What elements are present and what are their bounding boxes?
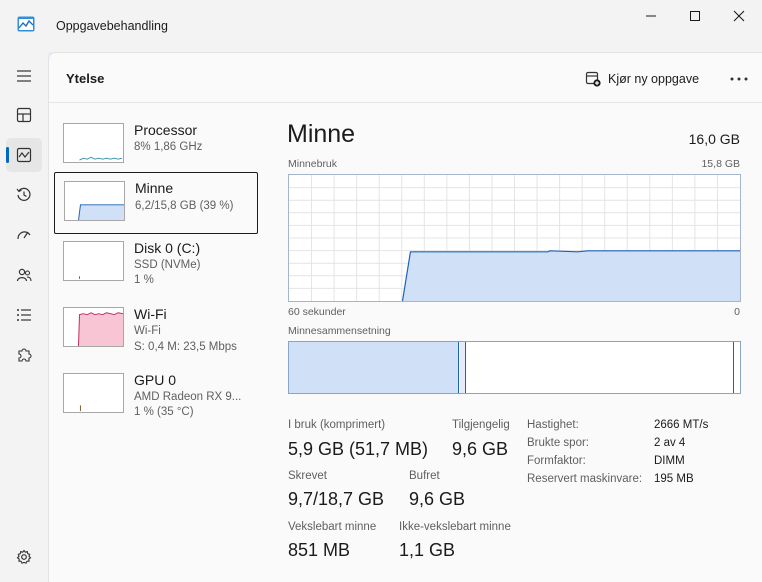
resource-name: Processor (134, 122, 198, 138)
settings-gear-icon (16, 549, 32, 564)
active-indicator (6, 147, 9, 163)
resource-detail-2: 1 % (134, 274, 154, 286)
run-new-task-button[interactable]: Kjør ny oppgave (585, 68, 699, 90)
spec-label: Formfaktor: (527, 455, 586, 467)
hamburger-menu-icon (17, 70, 31, 82)
cached-label: Bufret (409, 470, 440, 482)
page-title: Ytelse (66, 71, 105, 86)
in-use-value: 5,9 GB (51,7 MB) (288, 439, 429, 459)
available-value: 9,6 GB (452, 439, 509, 459)
nav-performance[interactable] (6, 138, 42, 172)
graph-time-right: 0 (734, 306, 740, 318)
minimize-icon (646, 15, 656, 17)
resource-title: Minne (287, 120, 356, 148)
paged-pool-label: Vekslebart minne (288, 521, 377, 533)
nav-users[interactable] (6, 258, 42, 292)
maximize-icon (690, 11, 700, 21)
nav-startup-apps[interactable] (6, 218, 42, 252)
page-header: Ytelse Kjør ny oppgave (49, 53, 762, 103)
close-button[interactable] (716, 0, 762, 32)
nav-details[interactable] (6, 298, 42, 332)
speedometer-icon (17, 231, 31, 240)
memory-usage-graph (288, 174, 741, 302)
more-options-button[interactable] (727, 67, 751, 91)
spec-label: Brukte spor: (527, 437, 589, 449)
modified-segment (460, 342, 466, 393)
resource-name: Disk 0 (C:) (134, 240, 201, 256)
services-puzzle-icon (18, 348, 32, 362)
cpu-thumbnail-graph (63, 123, 124, 163)
nav-services[interactable] (6, 338, 42, 372)
memory-thumbnail-graph (64, 181, 125, 221)
resource-detail: SSD (NVMe) (134, 259, 201, 271)
maximize-button[interactable] (672, 0, 718, 32)
menu-button[interactable] (6, 59, 42, 93)
nav-app-history[interactable] (6, 178, 42, 212)
processes-icon (16, 107, 32, 123)
spec-value: 2 av 4 (654, 437, 686, 449)
task-manager-app-icon (17, 16, 35, 32)
resource-name: GPU 0 (134, 372, 177, 388)
spec-value: 195 MB (654, 473, 694, 485)
resource-item-memory[interactable]: Minne 6,2/15,8 GB (39 %) (54, 172, 258, 234)
total-memory: 16,0 GB (688, 131, 740, 147)
usage-graph-max: 15,8 GB (701, 158, 740, 170)
spec-label: Hastighet: (527, 419, 579, 431)
details-list-icon (17, 309, 31, 321)
resource-item-wifi[interactable]: Wi-Fi Wi-Fi S: 0,4 M: 23,5 Mbps (54, 299, 258, 361)
cached-value: 9,6 GB (409, 489, 466, 509)
disk-thumbnail-graph (63, 241, 124, 281)
run-task-icon (585, 71, 601, 87)
run-new-task-label: Kjør ny oppgave (608, 72, 700, 86)
graph-time-left: 60 sekunder (288, 306, 346, 318)
resource-item-cpu[interactable]: Processor 8% 1,86 GHz (54, 115, 258, 177)
close-icon (733, 10, 745, 22)
in-use-label: I bruk (komprimert) (288, 419, 386, 431)
resource-name: Minne (135, 180, 174, 196)
composition-label: Minnesammensetning (288, 325, 391, 337)
nav-processes[interactable] (6, 98, 42, 132)
nonpaged-pool-value: 1,1 GB (399, 540, 456, 560)
resource-item-disk[interactable]: Disk 0 (C:) SSD (NVMe) 1 % (54, 233, 258, 295)
resource-detail: 8% 1,86 GHz (134, 141, 203, 153)
nav-settings[interactable] (6, 540, 42, 574)
nonpaged-pool-label: Ikke-vekslebart minne (399, 521, 511, 533)
users-icon (16, 268, 32, 282)
performance-icon (16, 147, 32, 163)
ellipsis-icon (730, 77, 748, 81)
resource-detail-2: 1 % (35 °C) (134, 406, 194, 418)
resource-item-gpu[interactable]: GPU 0 AMD Radeon RX 9... 1 % (35 °C) (54, 365, 258, 427)
resource-detail: 6,2/15,8 GB (39 %) (135, 200, 234, 212)
resource-detail-2: S: 0,4 M: 23,5 Mbps (134, 341, 237, 353)
memory-composition-bar (288, 341, 741, 394)
wifi-thumbnail-graph (63, 307, 124, 347)
free-segment-divider (733, 342, 734, 393)
spec-label: Reservert maskinvare: (527, 473, 643, 485)
minimize-button[interactable] (628, 0, 674, 32)
committed-label: Skrevet (288, 470, 327, 482)
spec-value: DIMM (654, 455, 685, 467)
spec-value: 2666 MT/s (654, 419, 709, 431)
usage-graph-label: Minnebruk (288, 158, 338, 170)
title-bar: Oppgavebehandling (0, 0, 762, 52)
resource-detail: AMD Radeon RX 9... (134, 391, 242, 403)
window-title: Oppgavebehandling (56, 19, 168, 33)
gpu-thumbnail-graph (63, 373, 124, 413)
paged-pool-value: 851 MB (288, 540, 351, 560)
in-use-segment (289, 342, 459, 393)
history-icon (16, 187, 31, 201)
committed-value: 9,7/18,7 GB (288, 489, 385, 509)
available-label: Tilgjengelig (452, 419, 510, 431)
performance-page: Ytelse Kjør ny oppgave Processor 8% 1,86… (48, 52, 762, 582)
resource-detail: Wi-Fi (134, 325, 161, 337)
navigation-rail (0, 52, 48, 582)
resource-name: Wi-Fi (134, 306, 167, 322)
